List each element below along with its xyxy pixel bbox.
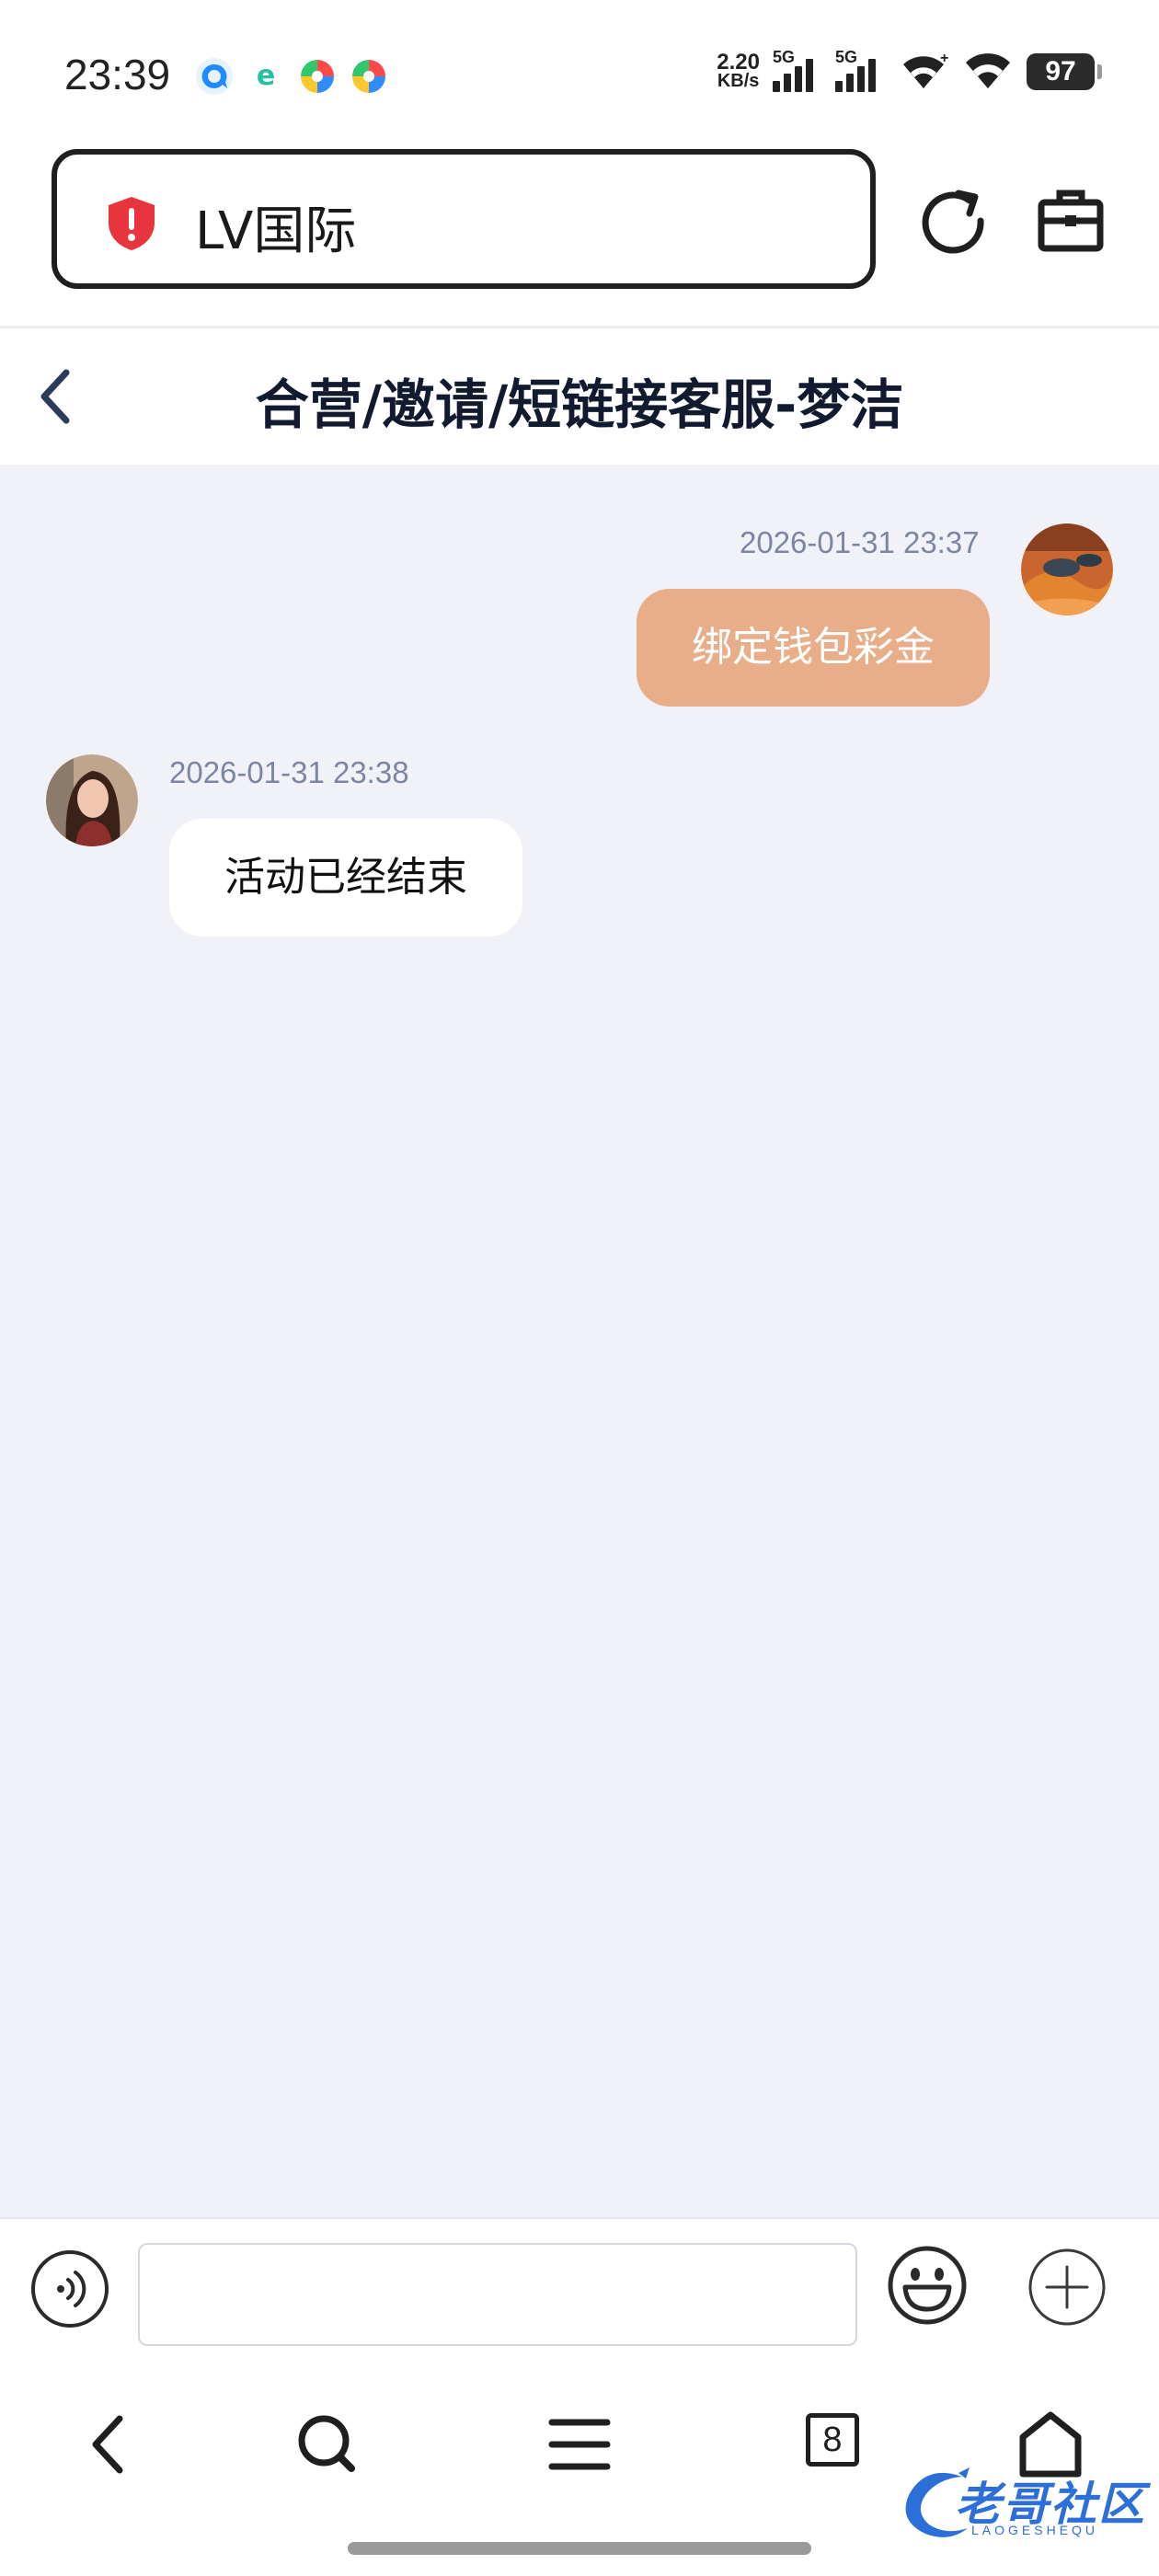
wifi-icon bbox=[966, 53, 1010, 88]
menu-icon[interactable] bbox=[543, 2408, 616, 2481]
address-bar-text: LV国际 bbox=[195, 201, 357, 261]
chat-message-list[interactable]: 2026-01-31 23:37 绑定钱包彩金 2026-01-31 23:38… bbox=[0, 465, 1159, 2217]
battery-level: 97 bbox=[1045, 56, 1076, 86]
network-speed-value: 2.20 bbox=[717, 50, 760, 75]
qq-browser-icon bbox=[196, 58, 233, 95]
watermark-logo: 老哥社区 LAOGESHEQU bbox=[898, 2464, 1146, 2545]
message-input[interactable] bbox=[138, 2243, 857, 2346]
status-indicators: 2.20 KB/s 5G 5G + 97 bbox=[717, 48, 1102, 92]
security-shield-icon bbox=[109, 197, 155, 250]
message-input-bar bbox=[0, 2217, 1159, 2360]
emoji-icon[interactable] bbox=[887, 2245, 968, 2326]
cellular-signal-icon: 5G bbox=[835, 48, 885, 92]
refresh-icon[interactable] bbox=[916, 184, 990, 258]
cellular-signal-icon: 5G bbox=[773, 48, 822, 92]
svg-text:e: e bbox=[257, 60, 275, 92]
svg-text:+: + bbox=[940, 52, 948, 66]
voice-input-icon[interactable] bbox=[29, 2248, 110, 2329]
chat-header: 合营/邀请/短链接客服-梦洁 bbox=[0, 328, 1159, 465]
search-icon[interactable] bbox=[291, 2408, 364, 2481]
network-speed-unit: KB/s bbox=[717, 71, 760, 91]
gesture-handle[interactable] bbox=[348, 2542, 811, 2555]
signal-type-label: 5G bbox=[773, 48, 796, 66]
incoming-message-bubble[interactable]: 活动已经结束 bbox=[169, 819, 522, 937]
network-speed: 2.20 KB/s bbox=[717, 50, 760, 91]
tabs-count-button[interactable]: 8 bbox=[806, 2413, 859, 2467]
app-icon bbox=[351, 59, 386, 94]
notification-icons: e bbox=[195, 57, 388, 96]
add-attachment-icon[interactable] bbox=[1027, 2247, 1107, 2328]
message-timestamp: 2026-01-31 23:38 bbox=[169, 755, 409, 789]
wifi-icon: + bbox=[903, 52, 948, 88]
agent-avatar[interactable] bbox=[46, 754, 138, 846]
outgoing-message-bubble[interactable]: 绑定钱包彩金 bbox=[637, 589, 990, 707]
status-bar: 23:39 e 2.20 KB/s 5G 5G + 97 bbox=[0, 0, 1159, 147]
watermark-subtext: LAOGESHEQU bbox=[971, 2523, 1099, 2537]
user-avatar[interactable] bbox=[1021, 523, 1113, 615]
app-icon bbox=[300, 59, 335, 94]
message-timestamp: 2026-01-31 23:37 bbox=[740, 525, 980, 559]
toolbox-icon[interactable] bbox=[1034, 184, 1107, 258]
address-bar[interactable]: LV国际 bbox=[52, 149, 876, 289]
status-time: 23:39 bbox=[64, 51, 171, 98]
signal-type-label: 5G bbox=[835, 48, 858, 66]
chat-title: 合营/邀请/短链接客服-梦洁 bbox=[255, 374, 904, 436]
battery-icon: 97 bbox=[1027, 53, 1102, 90]
edge-browser-icon: e bbox=[247, 58, 284, 95]
browser-back-icon[interactable] bbox=[74, 2408, 147, 2481]
